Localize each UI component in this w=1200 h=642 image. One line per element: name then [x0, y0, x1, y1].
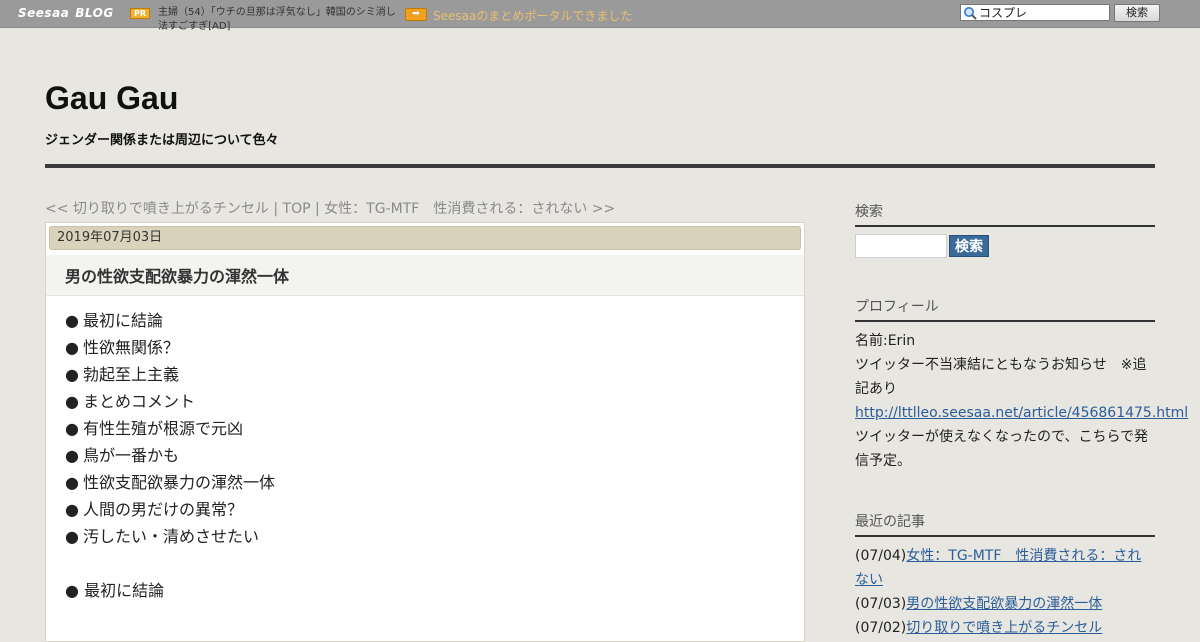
brand-seesaa: Seesaa [18, 6, 70, 20]
search-icon [964, 7, 977, 20]
article-navigation: << 切り取りで噴き上がるチンセル | TOP | 女性：TG-MTF 性消費さ… [45, 198, 615, 218]
toc-item[interactable]: ● 性欲支配欲暴力の渾然一体 [65, 469, 275, 496]
bullet-icon: ● [65, 311, 79, 330]
sidebar-search-heading: 検索 [855, 201, 1155, 227]
section-heading: ● 最初に結論 [65, 577, 164, 604]
blog-title[interactable]: Gau Gau [45, 80, 178, 117]
post-title-bar: 男の性欲支配欲暴力の渾然一体 [46, 255, 804, 296]
pr-ad-link[interactable]: 主婦（54）「ウチの旦那は浮気なし」韓国のシミ消し法すごすぎ[AD] [158, 6, 398, 34]
toc-item[interactable]: ● 勃起至上主義 [65, 361, 275, 388]
toc-item-label: 性欲支配欲暴力の渾然一体 [82, 473, 275, 492]
portal-link[interactable]: Seesaaのまとめポータルできました [433, 7, 632, 24]
toc-item-label: 汚したい・清めさせたい [82, 527, 259, 546]
toc-item[interactable]: ● 人間の男だけの異常？ [65, 496, 275, 523]
next-article-link[interactable]: 女性：TG-MTF 性消費される：されない >> [324, 201, 615, 217]
seesaa-topbar: Seesaa BLOG PR 主婦（54）「ウチの旦那は浮気なし」韓国のシミ消し法… [0, 0, 1200, 32]
sidebar-profile-heading: プロフィール [855, 296, 1155, 322]
profile-body: 名前:Erin ツイッター不当凍結にともなうお知らせ ※追記あり http://… [855, 329, 1188, 473]
profile-notice: ツイッター不当凍結にともなうお知らせ ※追記あり [855, 357, 1147, 397]
sidebar-search-button[interactable]: 検索 [949, 235, 989, 257]
recent-date: (07/03) [855, 596, 907, 612]
post-container: 2019年07月03日 男の性欲支配欲暴力の渾然一体 ● 最初に結論 ● 性欲無関係… [45, 222, 805, 642]
bullet-icon: ● [65, 446, 79, 465]
seesaa-blog-logo[interactable]: Seesaa BLOG [18, 6, 114, 20]
toc-item[interactable]: ● 有性生殖が根源で元凶 [65, 415, 275, 442]
nav-separator: | [268, 201, 283, 217]
toc-item[interactable]: ● まとめコメント [65, 388, 275, 415]
recent-date: (07/02) [855, 620, 907, 636]
top-link[interactable]: TOP [283, 201, 311, 217]
toc-item-label: 鳥が一番かも [82, 446, 179, 465]
section-heading-label: 最初に結論 [84, 581, 165, 600]
profile-name: 名前:Erin [855, 333, 916, 349]
top-search-box [960, 4, 1110, 21]
profile-link[interactable]: http://lttlleo.seesaa.net/article/456861… [855, 401, 1188, 425]
table-of-contents: ● 最初に結論 ● 性欲無関係？ ● 勃起至上主義 ● まとめコメント ● 有性生殖が根源… [65, 307, 275, 550]
profile-note: ツイッターが使えなくなったので、こちらで発信予定。 [855, 429, 1149, 469]
prev-article-link[interactable]: << 切り取りで噴き上がるチンセル [45, 201, 269, 217]
top-search-input[interactable] [979, 5, 1107, 20]
sidebar-recent-heading: 最近の記事 [855, 511, 1155, 537]
header-divider [45, 164, 1155, 168]
toc-item-label: 最初に結論 [82, 311, 163, 330]
recent-date: (07/04) [855, 548, 907, 564]
bullet-icon: ● [65, 338, 79, 357]
sidebar-search-input[interactable] [855, 234, 947, 258]
list-item: (07/03)男の性欲支配欲暴力の渾然一体 [855, 592, 1155, 616]
toc-item[interactable]: ● 汚したい・清めさせたい [65, 523, 275, 550]
toc-item[interactable]: ● 鳥が一番かも [65, 442, 275, 469]
toc-item-label: まとめコメント [82, 392, 195, 411]
toc-item[interactable]: ● 性欲無関係？ [65, 334, 275, 361]
list-item: (07/04)女性：TG-MTF 性消費される：されない [855, 544, 1155, 592]
toc-item-label: 勃起至上主義 [82, 365, 179, 384]
recent-article-link[interactable]: 男の性欲支配欲暴力の渾然一体 [906, 596, 1102, 612]
nav-separator: | [310, 201, 325, 217]
bullet-icon: ● [65, 581, 79, 600]
toc-item-label: 性欲無関係？ [82, 338, 179, 357]
bullet-icon: ● [65, 500, 79, 519]
bullet-icon: ● [65, 527, 79, 546]
toc-item-label: 有性生殖が根源で元凶 [82, 419, 243, 438]
blog-description: ジェンダー関係または周辺について色々 [45, 133, 279, 148]
bullet-icon: ● [65, 473, 79, 492]
list-item: (07/02)切り取りで噴き上がるチンセル [855, 616, 1155, 640]
bullet-icon: ● [65, 365, 79, 384]
toc-item[interactable]: ● 最初に結論 [65, 307, 275, 334]
arrow-right-icon: ➡ [405, 8, 427, 21]
recent-article-link[interactable]: 切り取りで噴き上がるチンセル [906, 620, 1102, 636]
top-search-button[interactable]: 検索 [1114, 4, 1160, 22]
bullet-icon: ● [65, 419, 79, 438]
post-date: 2019年07月03日 [49, 226, 801, 250]
brand-blog: BLOG [75, 6, 114, 20]
recent-articles-list: (07/04)女性：TG-MTF 性消費される：されない (07/03)男の性欲… [855, 544, 1155, 640]
bullet-icon: ● [65, 392, 79, 411]
post-title[interactable]: 男の性欲支配欲暴力の渾然一体 [65, 263, 289, 287]
toc-item-label: 人間の男だけの異常？ [82, 500, 243, 519]
pr-badge: PR [130, 8, 151, 19]
